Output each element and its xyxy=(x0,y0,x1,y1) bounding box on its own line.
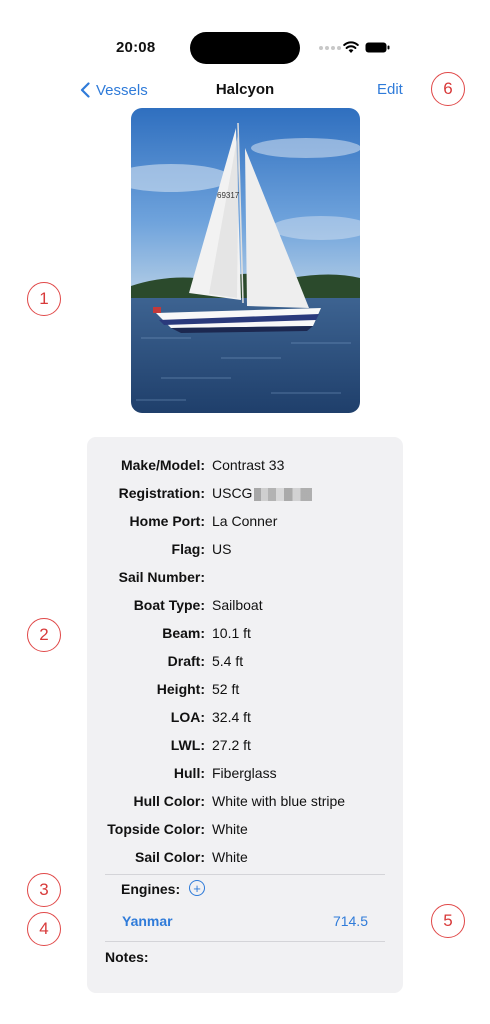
detail-label: Sail Color: xyxy=(134,849,205,865)
status-bar: 20:08 xyxy=(0,30,490,66)
detail-value: White xyxy=(212,849,248,865)
detail-row-topside-color: Topside Color: White xyxy=(87,821,403,841)
status-time: 20:08 xyxy=(116,39,156,56)
detail-value: 32.4 ft xyxy=(212,709,251,725)
detail-label: Sail Number: xyxy=(118,569,205,585)
detail-row-draft: Draft: 5.4 ft xyxy=(87,653,403,673)
callout-1: 1 xyxy=(27,282,61,316)
detail-label: Make/Model: xyxy=(120,457,205,473)
divider xyxy=(105,874,385,875)
detail-label: Beam: xyxy=(162,625,205,641)
wifi-icon xyxy=(343,41,359,53)
dynamic-island xyxy=(190,32,300,64)
callout-2: 2 xyxy=(27,618,61,652)
detail-row-flag: Flag: US xyxy=(87,541,403,561)
detail-row-hull: Hull: Fiberglass xyxy=(87,765,403,785)
detail-row-registration: Registration: USCG xyxy=(87,485,403,505)
detail-label: Registration: xyxy=(118,485,205,501)
detail-value: US xyxy=(212,541,232,557)
redacted-registration xyxy=(254,487,313,501)
detail-label: LWL: xyxy=(170,737,205,753)
detail-value: 52 ft xyxy=(212,681,240,697)
detail-label: Boat Type: xyxy=(133,597,205,613)
detail-row-home-port: Home Port: La Conner xyxy=(87,513,403,533)
engine-hours: 714.5 xyxy=(332,913,368,929)
add-engine-button[interactable]: + xyxy=(189,880,205,896)
callout-6: 6 xyxy=(431,72,465,106)
detail-label: Hull Color: xyxy=(133,793,205,809)
detail-value: 10.1 ft xyxy=(212,625,251,641)
cellular-signal-icon xyxy=(319,46,341,51)
detail-row-sail-number: Sail Number: xyxy=(87,569,403,589)
detail-label: Topside Color: xyxy=(107,821,205,837)
divider xyxy=(105,941,385,942)
battery-icon xyxy=(365,42,390,53)
detail-label: Home Port: xyxy=(129,513,205,529)
detail-label: LOA: xyxy=(170,709,205,725)
callout-3: 3 xyxy=(27,873,61,907)
detail-row-boat-type: Boat Type: Sailboat xyxy=(87,597,403,617)
notes-label: Notes: xyxy=(105,949,149,965)
vessel-details-card: Make/Model: Contrast 33 Registration: US… xyxy=(87,437,403,993)
engines-label: Engines: xyxy=(121,881,181,897)
detail-value-registration: USCG xyxy=(212,485,313,501)
engine-row-yanmar[interactable]: Yanmar 714.5 xyxy=(122,913,368,933)
page-title: Halcyon xyxy=(215,81,275,98)
navigation-bar: Vessels Halcyon Edit xyxy=(0,76,490,104)
detail-value: White xyxy=(212,821,248,837)
detail-value: Fiberglass xyxy=(212,765,277,781)
detail-row-lwl: LWL: 27.2 ft xyxy=(87,737,403,757)
detail-label: Flag: xyxy=(171,541,205,557)
engine-name: Yanmar xyxy=(122,913,173,929)
detail-label: Height: xyxy=(156,681,205,697)
callout-5: 5 xyxy=(431,904,465,938)
sail-number-text: 69317 xyxy=(217,191,240,200)
detail-row-sail-color: Sail Color: White xyxy=(87,849,403,869)
detail-row-loa: LOA: 32.4 ft xyxy=(87,709,403,729)
plus-icon: + xyxy=(193,880,201,896)
detail-label: Hull: xyxy=(173,765,205,781)
detail-value: Sailboat xyxy=(212,597,263,613)
detail-value: La Conner xyxy=(212,513,278,529)
detail-value: 27.2 ft xyxy=(212,737,251,753)
callout-4: 4 xyxy=(27,912,61,946)
detail-value: 5.4 ft xyxy=(212,653,244,669)
detail-row-beam: Beam: 10.1 ft xyxy=(87,625,403,645)
registration-prefix: USCG xyxy=(212,485,253,501)
edit-button[interactable]: Edit xyxy=(377,81,403,98)
detail-row-height: Height: 52 ft xyxy=(87,681,403,701)
detail-label: Draft: xyxy=(167,653,205,669)
vessel-photo[interactable]: 69317 xyxy=(131,108,360,413)
detail-row-hull-color: Hull Color: White with blue stripe xyxy=(87,793,403,813)
detail-value: White with blue stripe xyxy=(212,793,346,809)
detail-value: Contrast 33 xyxy=(212,457,285,473)
detail-row-make-model: Make/Model: Contrast 33 xyxy=(87,457,403,477)
